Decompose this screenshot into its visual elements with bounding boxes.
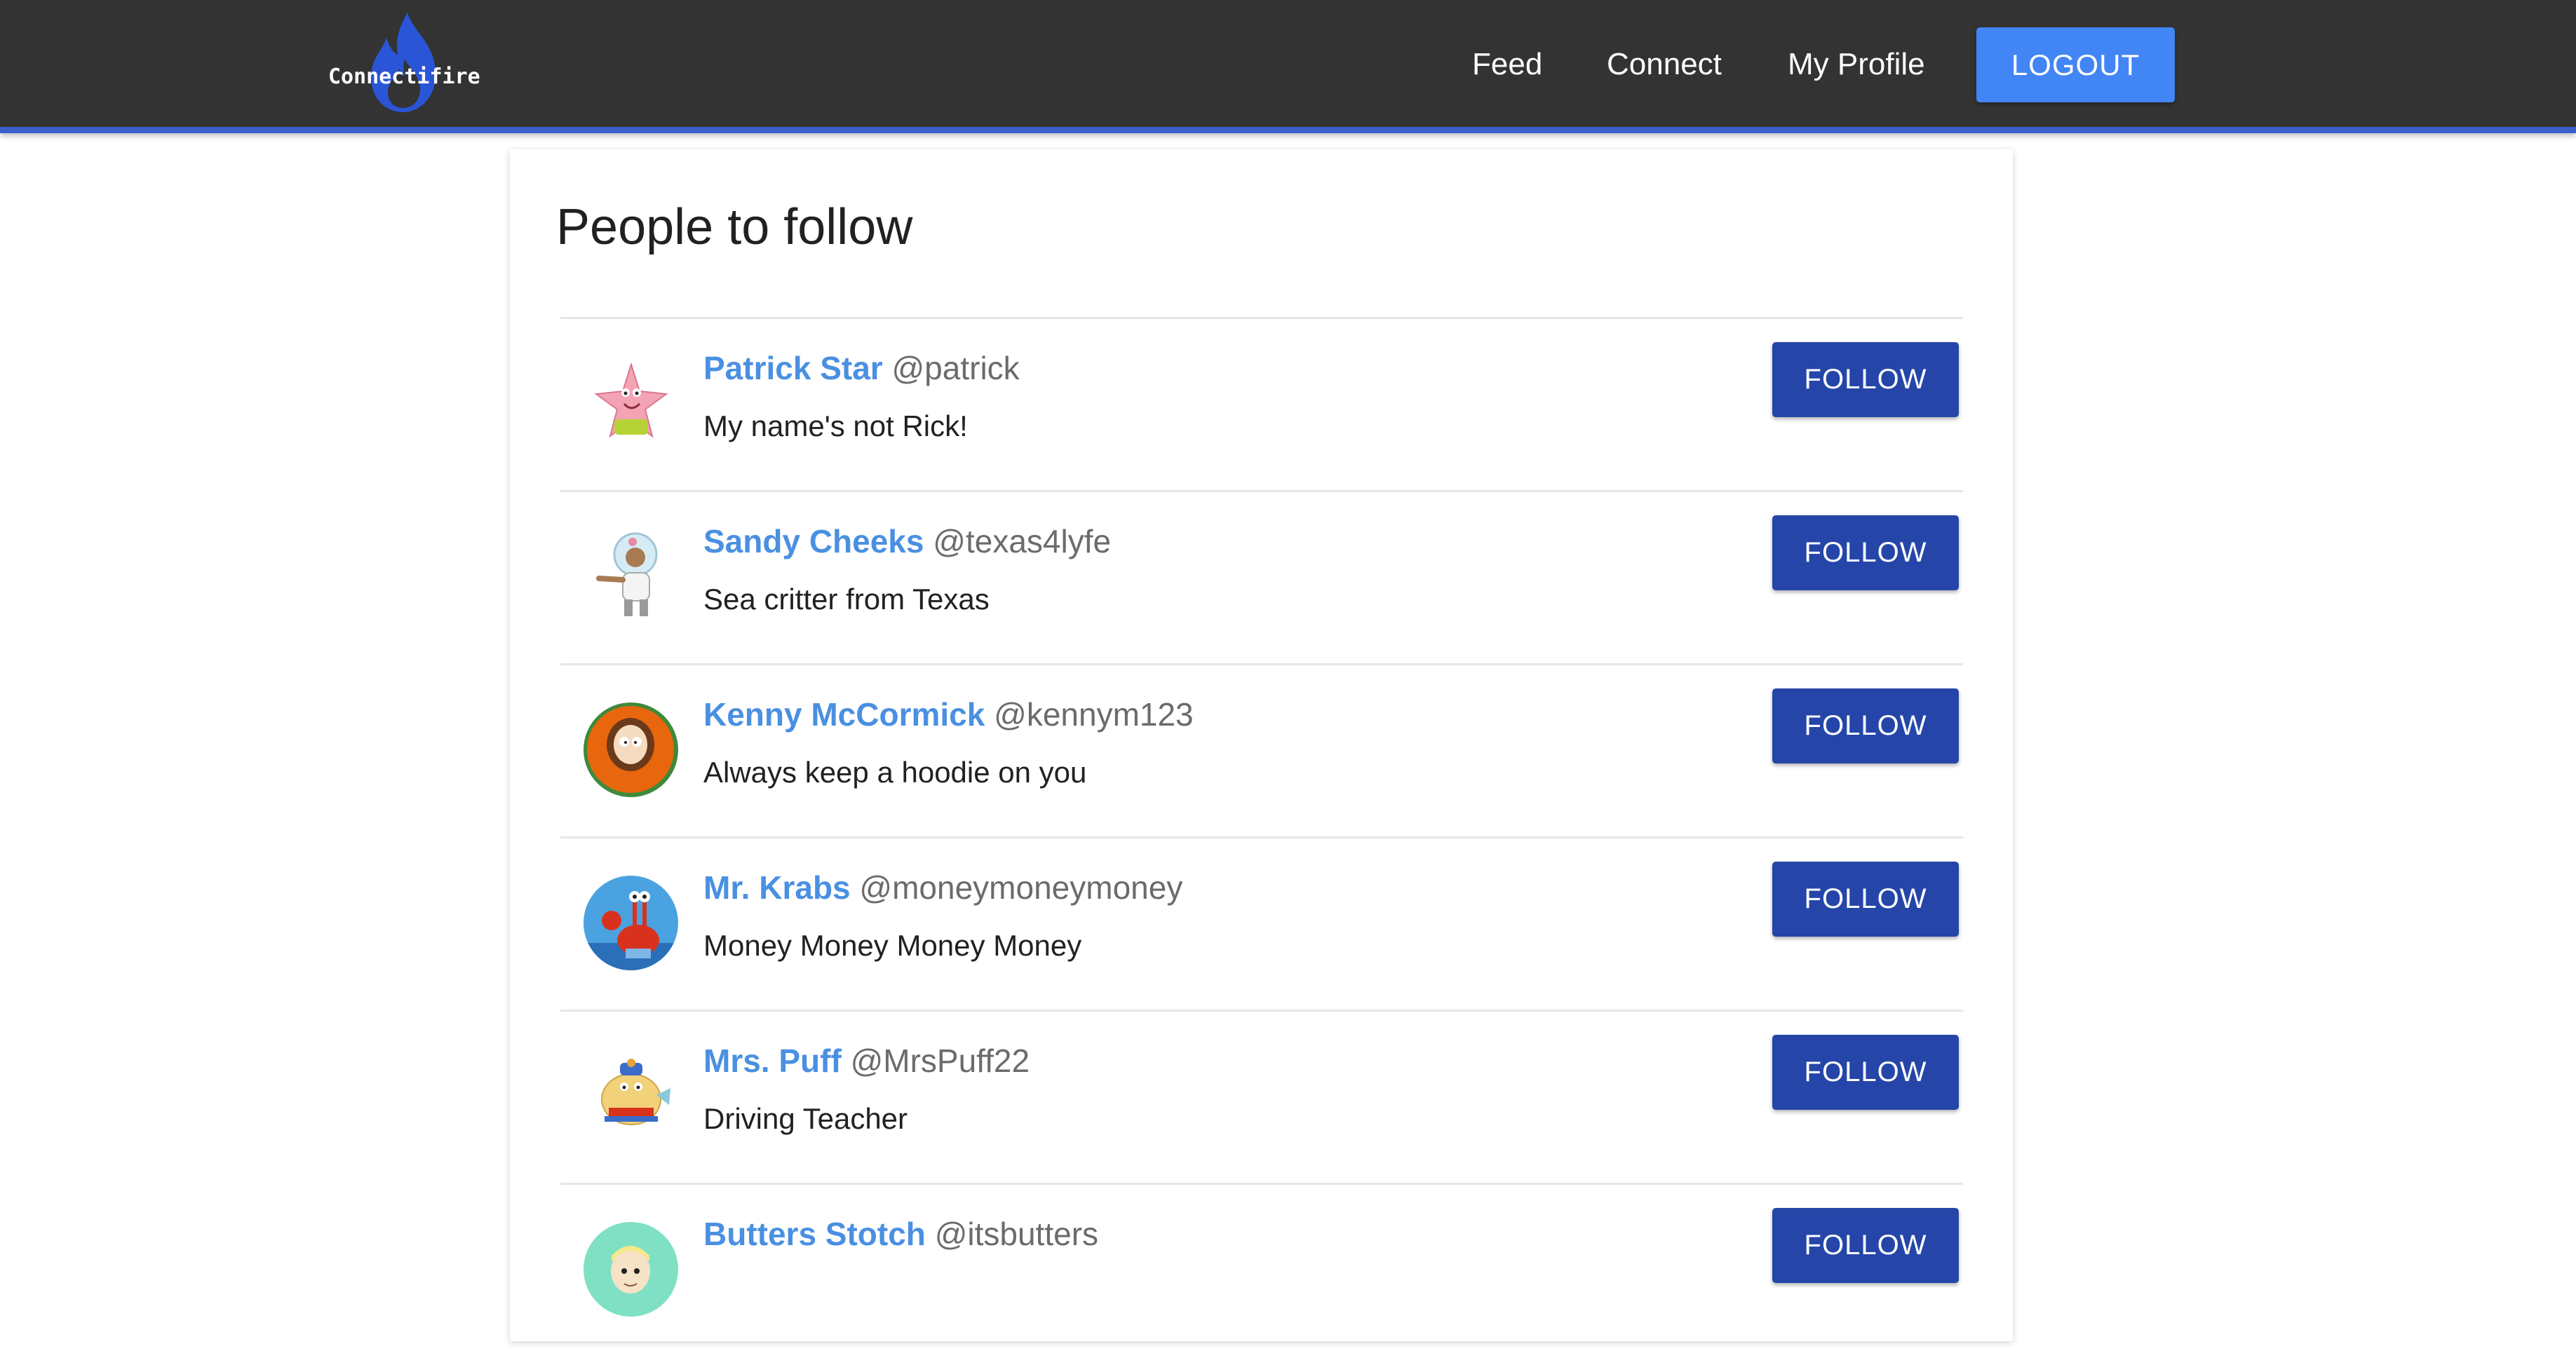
people-to-follow-card: People to follow Patrick Star @patrick M…	[510, 149, 2013, 1341]
name-line: Mr. Krabs @moneymoneymoney	[703, 865, 1182, 910]
avatar[interactable]	[584, 1222, 678, 1317]
user-name[interactable]: Kenny McCormick	[703, 696, 985, 733]
flame-icon	[371, 13, 436, 112]
user-row: Kenny McCormick @kennym123 Always keep a…	[560, 663, 1963, 838]
mrs-puff-icon	[584, 1049, 678, 1143]
follow-button[interactable]: FOLLOW	[1772, 1208, 1959, 1283]
user-row: Mrs. Puff @MrsPuff22 Driving Teacher FOL…	[560, 1010, 1963, 1185]
name-line: Butters Stotch @itsbutters	[703, 1211, 1098, 1256]
user-name[interactable]: Sandy Cheeks	[703, 523, 924, 559]
follow-button[interactable]: FOLLOW	[1772, 1035, 1959, 1110]
nav-link-feed[interactable]: Feed	[1472, 43, 1542, 86]
user-bio: My name's not Rick!	[703, 409, 968, 442]
name-line: Sandy Cheeks @texas4lyfe	[703, 519, 1111, 564]
user-name[interactable]: Mrs. Puff	[703, 1043, 842, 1079]
avatar[interactable]	[584, 1049, 678, 1143]
user-handle: @moneymoneymoney	[859, 869, 1183, 906]
sandy-cheeks-icon	[584, 529, 678, 624]
user-handle: @kennym123	[994, 696, 1194, 733]
user-handle: @patrick	[891, 350, 1020, 386]
mr-krabs-icon	[584, 876, 678, 970]
logout-button[interactable]: LOGOUT	[1976, 27, 2175, 102]
avatar[interactable]	[584, 702, 678, 797]
user-row: Mr. Krabs @moneymoneymoney Money Money M…	[560, 836, 1963, 1012]
connectifire-logo[interactable]: Connectifire	[328, 10, 480, 115]
user-handle: @texas4lyfe	[933, 523, 1112, 559]
user-handle: @MrsPuff22	[850, 1043, 1030, 1079]
butters-icon	[584, 1222, 678, 1317]
user-row: Patrick Star @patrick My name's not Rick…	[560, 317, 1963, 492]
user-name[interactable]: Patrick Star	[703, 350, 883, 386]
avatar[interactable]	[584, 876, 678, 970]
nav-link-connect[interactable]: Connect	[1607, 43, 1722, 86]
logo-wordmark: Connectifire	[328, 64, 480, 89]
user-handle: @itsbutters	[934, 1216, 1099, 1252]
follow-button[interactable]: FOLLOW	[1772, 862, 1959, 937]
user-name[interactable]: Butters Stotch	[703, 1216, 926, 1252]
nav-link-my-profile[interactable]: My Profile	[1788, 43, 1925, 86]
top-navbar: Connectifire Feed Connect My Profile LOG…	[0, 0, 2576, 133]
follow-button[interactable]: FOLLOW	[1772, 515, 1959, 590]
user-row: Butters Stotch @itsbutters FOLLOW	[560, 1183, 1963, 1358]
user-bio: Money Money Money Money	[703, 929, 1082, 962]
user-bio: Driving Teacher	[703, 1102, 908, 1135]
page-title: People to follow	[556, 199, 913, 255]
user-name[interactable]: Mr. Krabs	[703, 869, 851, 906]
avatar[interactable]	[584, 356, 678, 451]
patrick-star-icon	[584, 356, 678, 451]
follow-button[interactable]: FOLLOW	[1772, 342, 1959, 417]
user-bio: Sea critter from Texas	[703, 583, 990, 616]
user-row: Sandy Cheeks @texas4lyfe Sea critter fro…	[560, 490, 1963, 665]
name-line: Kenny McCormick @kennym123	[703, 692, 1194, 737]
name-line: Patrick Star @patrick	[703, 346, 1020, 391]
avatar[interactable]	[584, 529, 678, 624]
user-bio: Always keep a hoodie on you	[703, 756, 1087, 789]
kenny-icon	[584, 702, 678, 797]
name-line: Mrs. Puff @MrsPuff22	[703, 1038, 1030, 1083]
follow-button[interactable]: FOLLOW	[1772, 688, 1959, 763]
